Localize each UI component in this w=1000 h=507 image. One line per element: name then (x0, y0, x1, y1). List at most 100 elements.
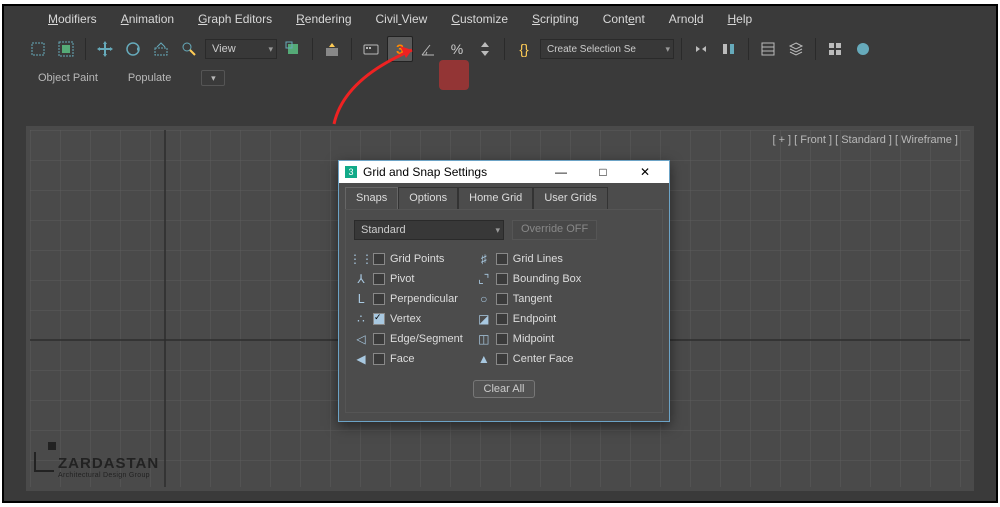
snap-label: Grid Points (390, 253, 444, 265)
snap-checkbox[interactable] (496, 313, 508, 325)
menu-civil-view[interactable]: Civil View (376, 12, 428, 26)
snap-icon: ⋮⋮ (354, 252, 368, 266)
snap-center-face[interactable]: ▲ Center Face (477, 352, 582, 366)
tab-snaps[interactable]: Snaps (345, 187, 398, 209)
snap-perpendicular[interactable]: ᒪPerpendicular (354, 292, 463, 306)
menu-modifiers[interactable]: Modifiers (48, 12, 97, 26)
app-icon: 3 (345, 166, 357, 178)
angle-snap-icon[interactable] (417, 37, 441, 61)
coord-system-dropdown[interactable]: View (205, 39, 277, 59)
snap-endpoint[interactable]: ◪ Endpoint (477, 312, 582, 326)
snap-checkbox[interactable] (496, 253, 508, 265)
keyboard-shortcut-icon[interactable] (359, 37, 383, 61)
snap-edge-segment[interactable]: ◁ Edge/Segment (354, 332, 463, 346)
snap-icon: ♯ (477, 252, 491, 266)
tab-user-grids[interactable]: User Grids (533, 187, 608, 209)
menu-graph-editors[interactable]: Graph Editors (198, 12, 272, 26)
move-icon[interactable] (93, 37, 117, 61)
snap-vertex[interactable]: ∴ Vertex (354, 312, 463, 326)
close-button[interactable]: ✕ (627, 165, 663, 179)
snap-icon: ◁ (354, 332, 368, 346)
selection-set-dropdown[interactable]: Create Selection Se (540, 39, 674, 59)
snap-label: Midpoint (513, 333, 555, 345)
maximize-button[interactable]: □ (585, 165, 621, 179)
snap-grid-lines[interactable]: ♯Grid Lines (477, 252, 582, 266)
named-selection-icon[interactable]: {} (512, 37, 536, 61)
menu-rendering[interactable]: Rendering (296, 12, 351, 26)
highlight-overlay (439, 60, 469, 90)
manipulate-icon[interactable] (320, 37, 344, 61)
snap-grid-points[interactable]: ⋮⋮ Grid Points (354, 252, 463, 266)
pivot-center-icon[interactable] (281, 37, 305, 61)
ribbon-bar: Object Paint Populate ▾ (4, 66, 996, 92)
tab-home-grid[interactable]: Home Grid (458, 187, 533, 209)
snap-pivot[interactable]: ⅄Pivot (354, 272, 463, 286)
snap-label: Face (390, 353, 414, 365)
placement-icon[interactable] (177, 37, 201, 61)
snap-bounding-box[interactable]: ⌞⌝ Bounding Box (477, 272, 582, 286)
snap-icon: ◪ (477, 312, 491, 326)
snap-checkbox[interactable] (496, 333, 508, 345)
populate-label[interactable]: Populate (128, 72, 171, 84)
percent-snap-icon[interactable]: % (445, 37, 469, 61)
main-toolbar: View 3 % {} Create Selection Se (4, 32, 996, 66)
snap-checkbox[interactable] (373, 353, 385, 365)
snap-checkbox[interactable] (496, 353, 508, 365)
override-toggle[interactable]: Override OFF (512, 220, 597, 240)
tab-options[interactable]: Options (398, 187, 458, 209)
schematic-view-icon[interactable] (823, 37, 847, 61)
menu-bar: Modifiers Animation Graph Editors Rendering… (4, 6, 996, 32)
grid-snap-dialog: 3 Grid and Snap Settings — □ ✕ SnapsOpti… (338, 160, 670, 422)
snap-label: Edge/Segment (390, 333, 463, 345)
snap-icon: ◀ (354, 352, 368, 366)
snap-icon: ∴ (354, 312, 368, 326)
menu-scripting[interactable]: Scripting (532, 12, 579, 26)
snap-checkbox[interactable] (373, 313, 385, 325)
snap-icon: ○ (477, 292, 491, 306)
snap-label: Center Face (513, 353, 574, 365)
mirror-icon[interactable] (689, 37, 713, 61)
snap-type-dropdown[interactable]: Standard (354, 220, 504, 240)
select-region-icon[interactable] (26, 37, 50, 61)
snap-checkbox[interactable] (373, 333, 385, 345)
viewport-label[interactable]: [ + ] [ Front ] [ Standard ] [ Wireframe… (772, 134, 958, 146)
select-all-icon[interactable] (54, 37, 78, 61)
minimize-button[interactable]: — (543, 165, 579, 179)
snap-label: Endpoint (513, 313, 556, 325)
watermark: ZARDASTAN Architectural Design Group (34, 452, 159, 479)
clear-all-button[interactable]: Clear All (473, 380, 536, 398)
snap-checkbox[interactable] (373, 253, 385, 265)
snap-toggle-3-icon[interactable]: 3 (387, 36, 413, 62)
dialog-tabs: SnapsOptionsHome GridUser Grids (339, 183, 669, 209)
layers-icon[interactable] (784, 37, 808, 61)
snap-checkbox[interactable] (496, 273, 508, 285)
snap-label: Bounding Box (513, 273, 582, 285)
menu-arnold[interactable]: Arnold (669, 12, 704, 26)
rotate-icon[interactable] (121, 37, 145, 61)
snap-label: Vertex (390, 313, 421, 325)
align-icon[interactable] (717, 37, 741, 61)
menu-customize[interactable]: Customize (451, 12, 508, 26)
spinner-snap-icon[interactable] (473, 37, 497, 61)
material-editor-icon[interactable] (851, 37, 875, 61)
snap-midpoint[interactable]: ◫ Midpoint (477, 332, 582, 346)
menu-help[interactable]: Help (728, 12, 753, 26)
scale-icon[interactable] (149, 37, 173, 61)
snap-icon: ⌞⌝ (477, 272, 491, 286)
ribbon-dropdown-icon[interactable]: ▾ (201, 70, 225, 86)
snap-icon: ᒪ (354, 292, 368, 306)
snap-checkbox[interactable] (373, 273, 385, 285)
snap-icon: ▲ (477, 352, 491, 366)
snap-face[interactable]: ◀ Face (354, 352, 463, 366)
snap-checkbox[interactable] (373, 293, 385, 305)
layer-explorer-icon[interactable] (756, 37, 780, 61)
dialog-title-text: Grid and Snap Settings (363, 165, 487, 179)
dialog-titlebar[interactable]: 3 Grid and Snap Settings — □ ✕ (339, 161, 669, 183)
object-paint-label[interactable]: Object Paint (38, 72, 98, 84)
menu-content[interactable]: Content (603, 12, 645, 26)
snap-checkbox[interactable] (496, 293, 508, 305)
snap-icon: ◫ (477, 332, 491, 346)
snap-label: Tangent (513, 293, 552, 305)
menu-animation[interactable]: Animation (121, 12, 174, 26)
snap-tangent[interactable]: ○ Tangent (477, 292, 582, 306)
